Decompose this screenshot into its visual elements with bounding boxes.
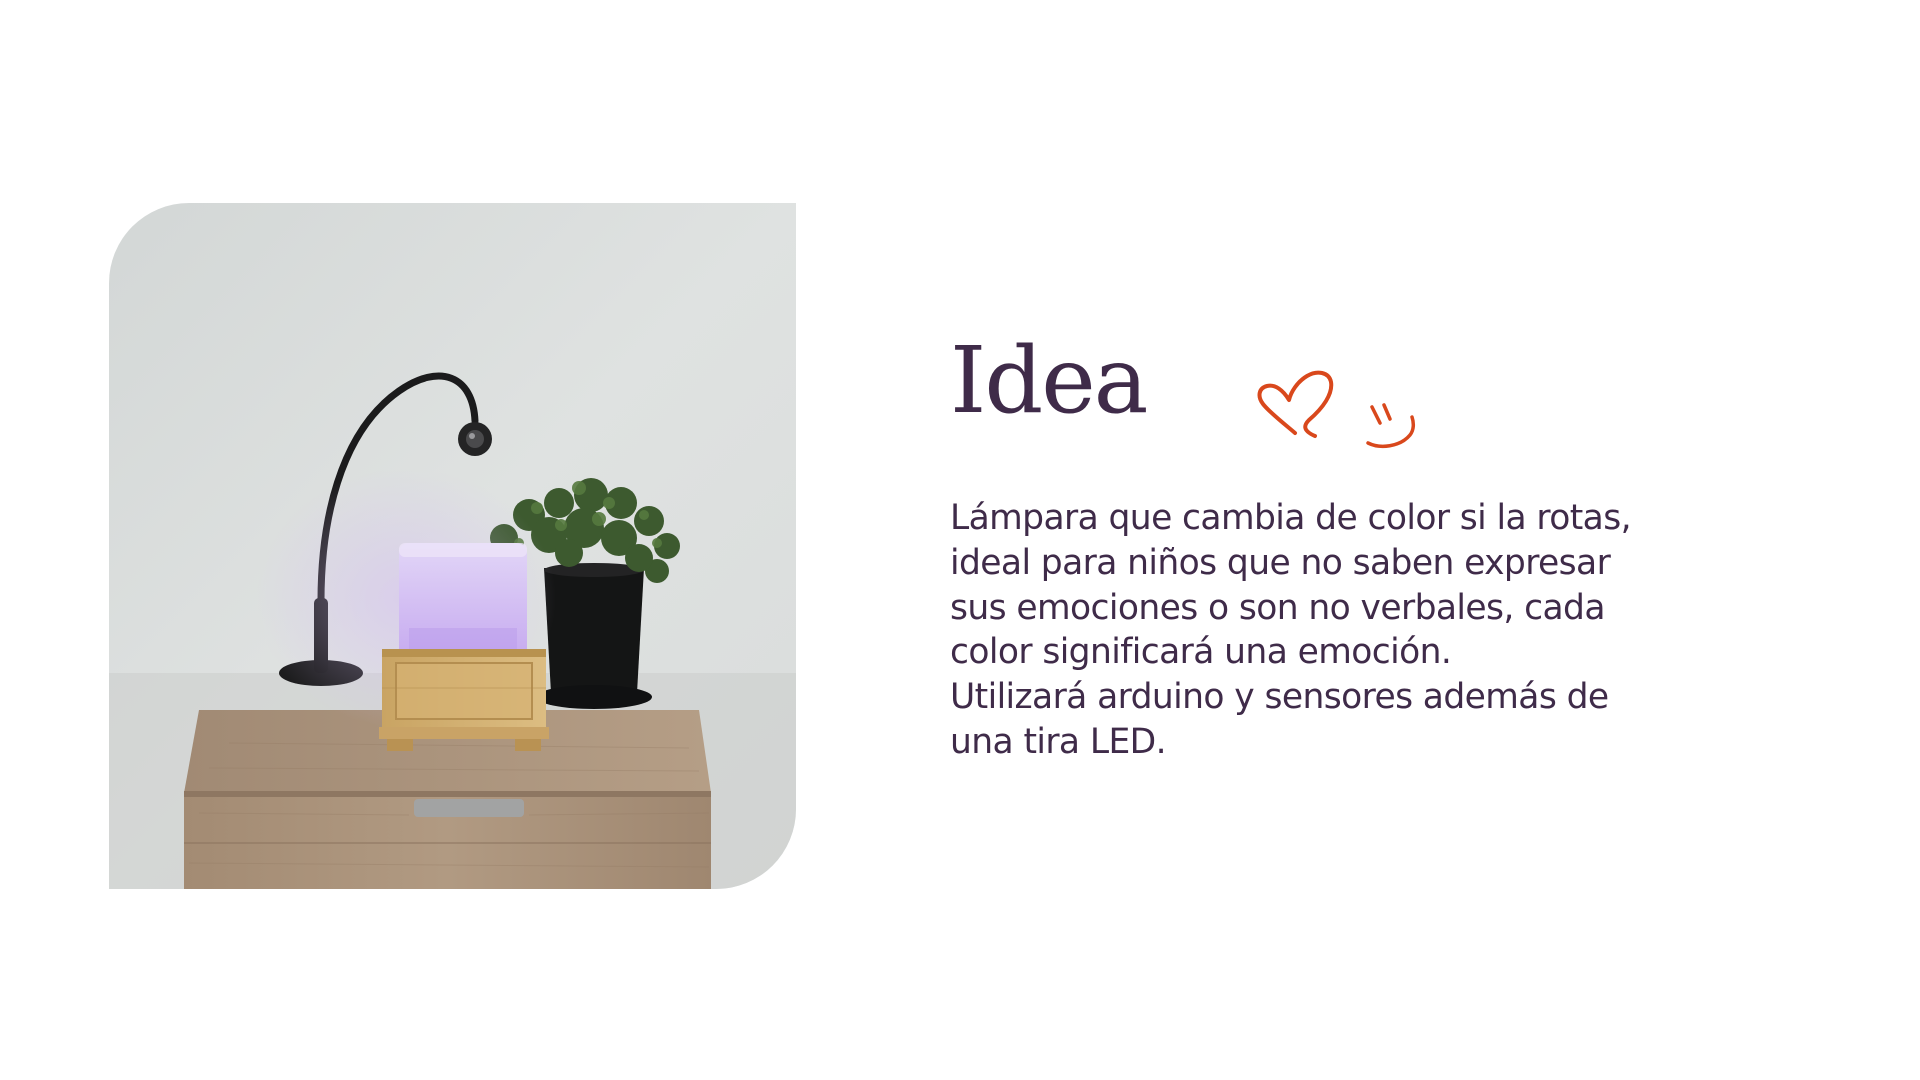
description-line: color significará una emoción. — [950, 632, 1452, 673]
heart-icon — [1257, 370, 1334, 438]
slide: Idea Lámpara que cambia de color si la r… — [0, 0, 1920, 1080]
description-line: Utilizará arduino y sensores además de — [950, 677, 1609, 718]
slide-title: Idea — [950, 327, 1149, 434]
description-line: ideal para niños que no saben expresar — [950, 542, 1611, 583]
description-line: Lámpara que cambia de color si la rotas, — [950, 498, 1632, 538]
lamp-photo — [109, 203, 796, 889]
description-line: sus emociones o son no verbales, cada — [950, 587, 1605, 628]
idea-description: Lámpara que cambia de color si la rotas,… — [950, 496, 1670, 765]
description-line: una tira LED. — [950, 721, 1167, 762]
smile-icon — [1366, 403, 1416, 449]
